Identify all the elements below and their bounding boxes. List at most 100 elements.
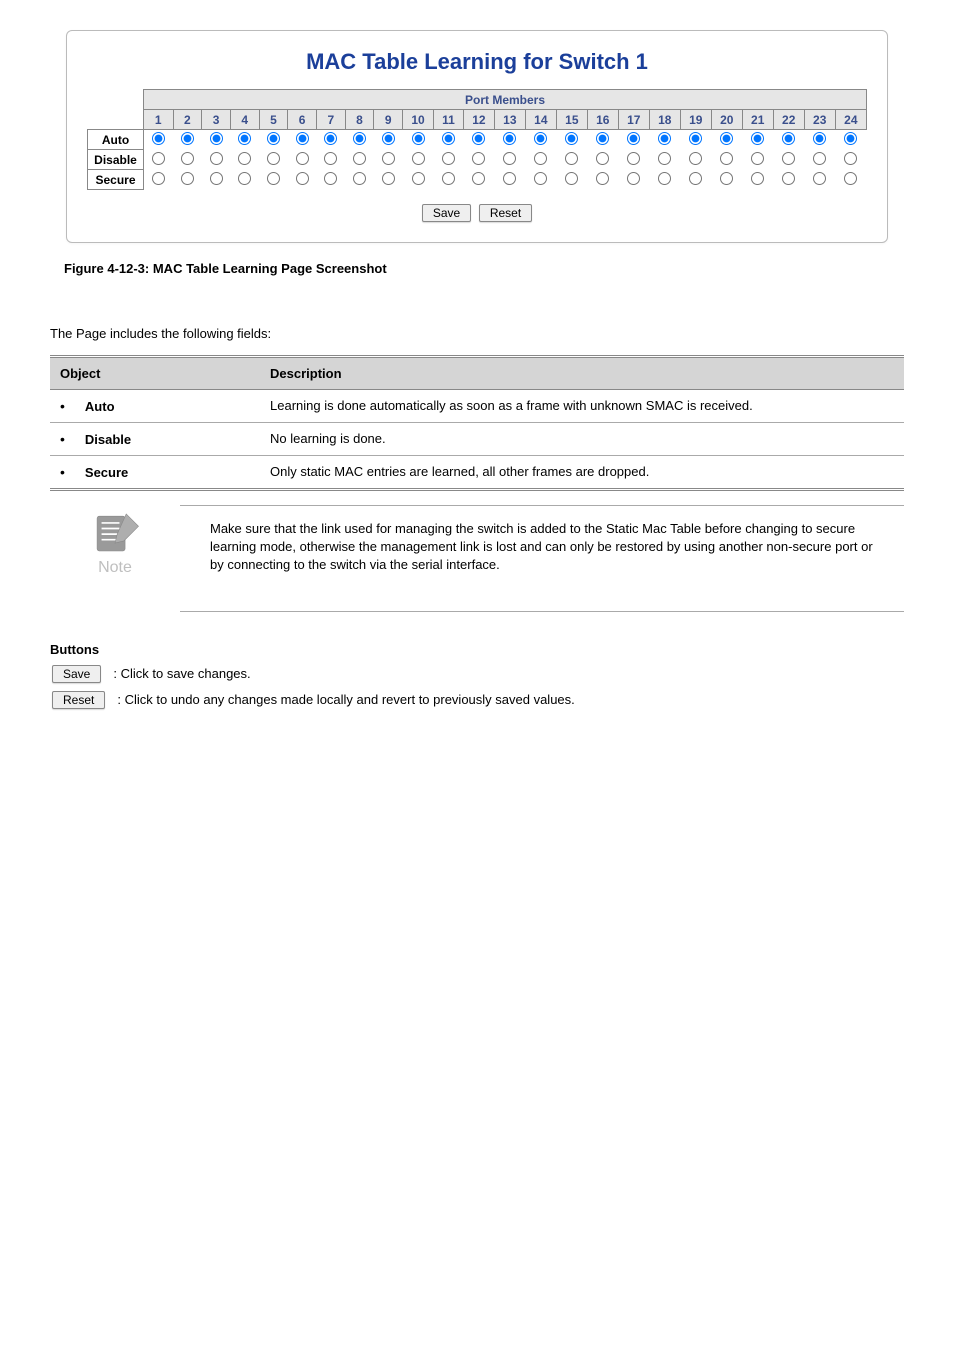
port-col-20: 20 <box>711 110 742 130</box>
port-members-header: Port Members <box>144 90 867 110</box>
radio-port10-auto[interactable] <box>412 132 425 145</box>
radio-port21-disable[interactable] <box>751 152 764 165</box>
radio-port17-auto[interactable] <box>627 132 640 145</box>
radio-port1-disable[interactable] <box>152 152 165 165</box>
buttons-section: Save: Click to save changes.Reset: Click… <box>50 665 904 709</box>
radio-port2-auto[interactable] <box>181 132 194 145</box>
port-col-2: 2 <box>173 110 202 130</box>
radio-port8-auto[interactable] <box>353 132 366 145</box>
radio-port3-disable[interactable] <box>210 152 223 165</box>
radio-port24-secure[interactable] <box>844 172 857 185</box>
port-col-11: 11 <box>434 110 464 130</box>
panel-title: MAC Table Learning for Switch 1 <box>87 49 867 75</box>
port-col-10: 10 <box>403 110 434 130</box>
radio-port18-disable[interactable] <box>658 152 671 165</box>
table-intro: The Page includes the following fields: <box>50 326 904 341</box>
radio-port23-auto[interactable] <box>813 132 826 145</box>
radio-port14-secure[interactable] <box>534 172 547 185</box>
radio-port8-disable[interactable] <box>353 152 366 165</box>
port-col-7: 7 <box>316 110 345 130</box>
radio-port10-secure[interactable] <box>412 172 425 185</box>
radio-port17-secure[interactable] <box>627 172 640 185</box>
radio-port19-disable[interactable] <box>689 152 702 165</box>
radio-port16-auto[interactable] <box>596 132 609 145</box>
radio-port10-disable[interactable] <box>412 152 425 165</box>
radio-port13-auto[interactable] <box>503 132 516 145</box>
panel-save-button[interactable]: Save <box>422 204 471 222</box>
radio-port7-auto[interactable] <box>324 132 337 145</box>
note-label: Note <box>98 559 132 577</box>
radio-port19-secure[interactable] <box>689 172 702 185</box>
radio-port15-auto[interactable] <box>565 132 578 145</box>
port-col-12: 12 <box>463 110 494 130</box>
radio-port15-disable[interactable] <box>565 152 578 165</box>
radio-port21-auto[interactable] <box>751 132 764 145</box>
radio-port11-secure[interactable] <box>442 172 455 185</box>
save-button[interactable]: Save <box>52 665 101 683</box>
radio-port2-secure[interactable] <box>181 172 194 185</box>
note-icon: Note <box>80 505 150 577</box>
radio-port7-secure[interactable] <box>324 172 337 185</box>
radio-port19-auto[interactable] <box>689 132 702 145</box>
radio-port13-disable[interactable] <box>503 152 516 165</box>
radio-port17-disable[interactable] <box>627 152 640 165</box>
radio-port8-secure[interactable] <box>353 172 366 185</box>
radio-port6-disable[interactable] <box>296 152 309 165</box>
port-col-8: 8 <box>345 110 374 130</box>
radio-port24-auto[interactable] <box>844 132 857 145</box>
note-box: Note Make sure that the link used for ma… <box>80 505 904 612</box>
radio-port22-disable[interactable] <box>782 152 795 165</box>
radio-port23-disable[interactable] <box>813 152 826 165</box>
radio-port20-secure[interactable] <box>720 172 733 185</box>
radio-port4-disable[interactable] <box>238 152 251 165</box>
radio-port14-disable[interactable] <box>534 152 547 165</box>
radio-port5-auto[interactable] <box>267 132 280 145</box>
port-col-9: 9 <box>374 110 403 130</box>
radio-port14-auto[interactable] <box>534 132 547 145</box>
radio-port3-secure[interactable] <box>210 172 223 185</box>
radio-port9-disable[interactable] <box>382 152 395 165</box>
radio-port4-secure[interactable] <box>238 172 251 185</box>
panel-reset-button[interactable]: Reset <box>479 204 532 222</box>
obj-row-name: Auto <box>50 390 260 423</box>
radio-port18-secure[interactable] <box>658 172 671 185</box>
radio-port12-auto[interactable] <box>472 132 485 145</box>
radio-port16-secure[interactable] <box>596 172 609 185</box>
radio-port21-secure[interactable] <box>751 172 764 185</box>
radio-port13-secure[interactable] <box>503 172 516 185</box>
radio-port1-auto[interactable] <box>152 132 165 145</box>
buttons-heading: Buttons <box>50 642 904 657</box>
radio-port12-secure[interactable] <box>472 172 485 185</box>
col-object: Object <box>50 357 260 390</box>
radio-port20-auto[interactable] <box>720 132 733 145</box>
radio-port23-secure[interactable] <box>813 172 826 185</box>
radio-port11-disable[interactable] <box>442 152 455 165</box>
port-col-1: 1 <box>144 110 174 130</box>
radio-port3-auto[interactable] <box>210 132 223 145</box>
port-col-4: 4 <box>230 110 259 130</box>
radio-port2-disable[interactable] <box>181 152 194 165</box>
radio-port6-secure[interactable] <box>296 172 309 185</box>
radio-port5-disable[interactable] <box>267 152 280 165</box>
radio-port15-secure[interactable] <box>565 172 578 185</box>
reset-button[interactable]: Reset <box>52 691 105 709</box>
radio-port7-disable[interactable] <box>324 152 337 165</box>
radio-port20-disable[interactable] <box>720 152 733 165</box>
radio-port4-auto[interactable] <box>238 132 251 145</box>
radio-port1-secure[interactable] <box>152 172 165 185</box>
port-col-15: 15 <box>556 110 587 130</box>
radio-port12-disable[interactable] <box>472 152 485 165</box>
radio-port18-auto[interactable] <box>658 132 671 145</box>
radio-port24-disable[interactable] <box>844 152 857 165</box>
figure-caption: Figure 4-12-3: MAC Table Learning Page S… <box>64 261 904 276</box>
radio-port9-auto[interactable] <box>382 132 395 145</box>
radio-port6-auto[interactable] <box>296 132 309 145</box>
radio-port5-secure[interactable] <box>267 172 280 185</box>
radio-port22-auto[interactable] <box>782 132 795 145</box>
radio-port9-secure[interactable] <box>382 172 395 185</box>
radio-port22-secure[interactable] <box>782 172 795 185</box>
obj-row-desc: Only static MAC entries are learned, all… <box>260 456 904 490</box>
port-col-17: 17 <box>618 110 649 130</box>
radio-port11-auto[interactable] <box>442 132 455 145</box>
radio-port16-disable[interactable] <box>596 152 609 165</box>
